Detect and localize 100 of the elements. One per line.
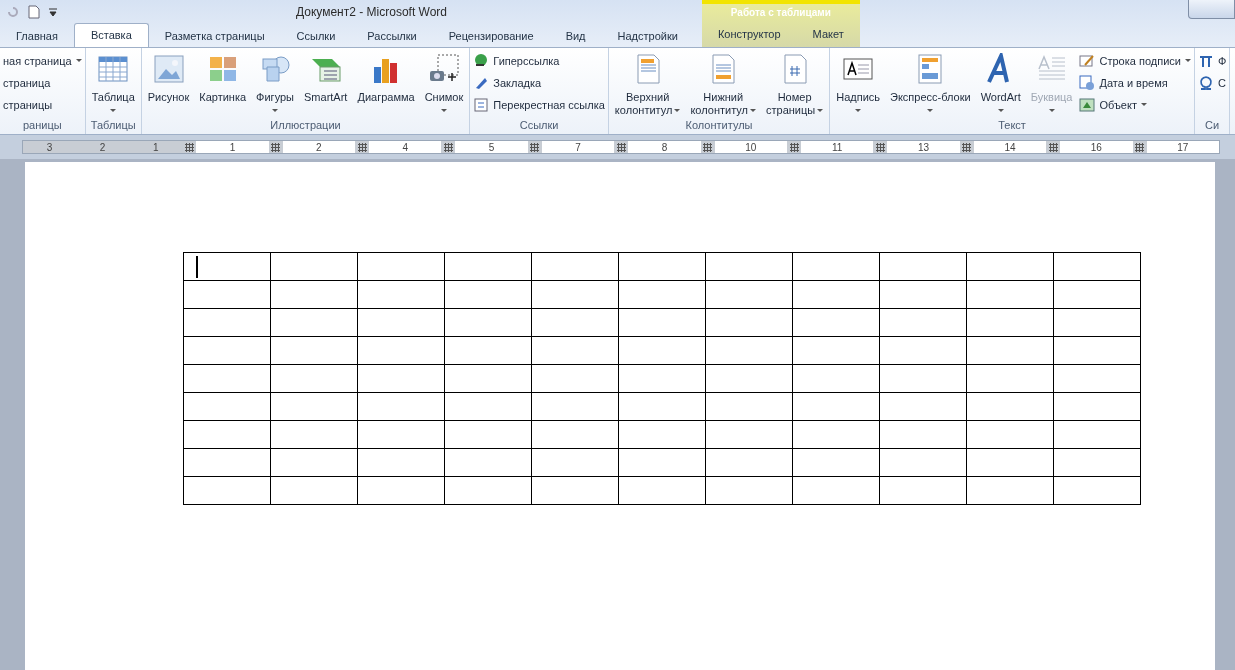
table-cell[interactable] <box>705 336 793 365</box>
ribbon-button[interactable]: SmartArt <box>301 51 351 119</box>
table-cell[interactable] <box>183 392 271 421</box>
table-cell[interactable] <box>618 448 706 477</box>
table-cell[interactable] <box>444 476 532 505</box>
table-cell[interactable] <box>444 336 532 365</box>
table-cell[interactable] <box>183 364 271 393</box>
table-cell[interactable] <box>792 364 880 393</box>
table-cell[interactable] <box>705 364 793 393</box>
table-cell[interactable] <box>792 448 880 477</box>
table-cell[interactable] <box>879 448 967 477</box>
table-cell[interactable] <box>618 308 706 337</box>
table-cell[interactable] <box>270 476 358 505</box>
ribbon-tab[interactable]: Рассылки <box>351 25 433 47</box>
ribbon-button[interactable]: Картинка <box>196 51 250 119</box>
table-cell[interactable] <box>183 420 271 449</box>
table-cell[interactable] <box>183 252 271 281</box>
table-cell[interactable] <box>270 252 358 281</box>
table-cell[interactable] <box>879 476 967 505</box>
table-cell[interactable] <box>531 280 619 309</box>
table-cell[interactable] <box>705 476 793 505</box>
table-cell[interactable] <box>1053 392 1141 421</box>
table-cell[interactable] <box>531 392 619 421</box>
ribbon-tab[interactable]: Макет <box>796 23 860 45</box>
ribbon-button[interactable]: С <box>1197 73 1227 92</box>
table-cell[interactable] <box>966 364 1054 393</box>
table-cell[interactable] <box>618 280 706 309</box>
table-cell[interactable] <box>183 308 271 337</box>
table-cell[interactable] <box>792 308 880 337</box>
minimize-button[interactable] <box>1188 0 1235 19</box>
new-document-icon[interactable] <box>28 5 40 19</box>
table-cell[interactable] <box>357 476 445 505</box>
ribbon-button[interactable]: WordArt <box>977 51 1024 119</box>
ribbon-tab[interactable]: Вставка <box>73 23 149 47</box>
table-cell[interactable] <box>270 336 358 365</box>
ribbon-tab[interactable]: Вид <box>549 25 602 47</box>
table-cell[interactable] <box>705 420 793 449</box>
ribbon-button[interactable]: Закладка <box>473 73 605 92</box>
table-cell[interactable] <box>531 308 619 337</box>
table-cell[interactable] <box>792 252 880 281</box>
ribbon-button[interactable]: Таблица <box>88 51 138 119</box>
table-cell[interactable] <box>357 280 445 309</box>
table-cell[interactable] <box>618 476 706 505</box>
ribbon-button[interactable]: ная страница <box>3 51 82 70</box>
ribbon-button[interactable]: Гиперссылка <box>473 51 605 70</box>
ribbon-tab[interactable]: Разметка страницы <box>148 25 281 47</box>
table-cell[interactable] <box>705 392 793 421</box>
table-cell[interactable] <box>183 476 271 505</box>
table-cell[interactable] <box>705 252 793 281</box>
table-cell[interactable] <box>618 336 706 365</box>
table-cell[interactable] <box>792 392 880 421</box>
table-cell[interactable] <box>357 336 445 365</box>
table-cell[interactable] <box>618 420 706 449</box>
table-cell[interactable] <box>183 448 271 477</box>
table-cell[interactable] <box>357 252 445 281</box>
ribbon-button[interactable]: Ф <box>1197 51 1227 70</box>
table-cell[interactable] <box>270 392 358 421</box>
ribbon-button[interactable]: Экспресс-блоки <box>887 51 974 119</box>
table-cell[interactable] <box>1053 448 1141 477</box>
table-cell[interactable] <box>966 448 1054 477</box>
table-cell[interactable] <box>357 420 445 449</box>
ribbon-button[interactable]: Нижний колонтитул <box>687 51 759 119</box>
table-cell[interactable] <box>444 392 532 421</box>
table-cell[interactable] <box>183 336 271 365</box>
table-cell[interactable] <box>792 476 880 505</box>
table-cell[interactable] <box>1053 476 1141 505</box>
table-cell[interactable] <box>879 336 967 365</box>
table-cell[interactable] <box>792 336 880 365</box>
table-cell[interactable] <box>618 252 706 281</box>
ribbon-tab[interactable]: Надстройки <box>601 25 694 47</box>
table-cell[interactable] <box>531 448 619 477</box>
ribbon-button[interactable]: Номер страницы <box>763 51 827 119</box>
table-cell[interactable] <box>357 392 445 421</box>
table-cell[interactable] <box>444 252 532 281</box>
table-cell[interactable] <box>1053 252 1141 281</box>
ribbon-button[interactable]: Диаграмма <box>354 51 418 119</box>
table-cell[interactable] <box>1053 280 1141 309</box>
ribbon-button[interactable]: Строка подписи <box>1079 51 1191 70</box>
ribbon-button[interactable]: страницы <box>3 95 82 114</box>
table-cell[interactable] <box>966 252 1054 281</box>
table-cell[interactable] <box>1053 308 1141 337</box>
table-cell[interactable] <box>966 420 1054 449</box>
table-cell[interactable] <box>183 280 271 309</box>
ribbon-tab[interactable]: Ссылки <box>280 25 352 47</box>
table-cell[interactable] <box>531 476 619 505</box>
table-cell[interactable] <box>1053 420 1141 449</box>
ribbon-tab[interactable]: Главная <box>0 25 74 47</box>
table-cell[interactable] <box>444 364 532 393</box>
table-cell[interactable] <box>966 308 1054 337</box>
ribbon-tab[interactable]: Конструктор <box>701 23 797 45</box>
ribbon-tab[interactable]: Рецензирование <box>432 25 550 47</box>
table-cell[interactable] <box>357 364 445 393</box>
table-cell[interactable] <box>879 392 967 421</box>
table-cell[interactable] <box>1053 364 1141 393</box>
table-cell[interactable] <box>879 280 967 309</box>
table-cell[interactable] <box>270 420 358 449</box>
table-cell[interactable] <box>270 364 358 393</box>
table-cell[interactable] <box>444 420 532 449</box>
table-cell[interactable] <box>444 280 532 309</box>
ribbon-button[interactable]: Снимок <box>421 51 467 119</box>
